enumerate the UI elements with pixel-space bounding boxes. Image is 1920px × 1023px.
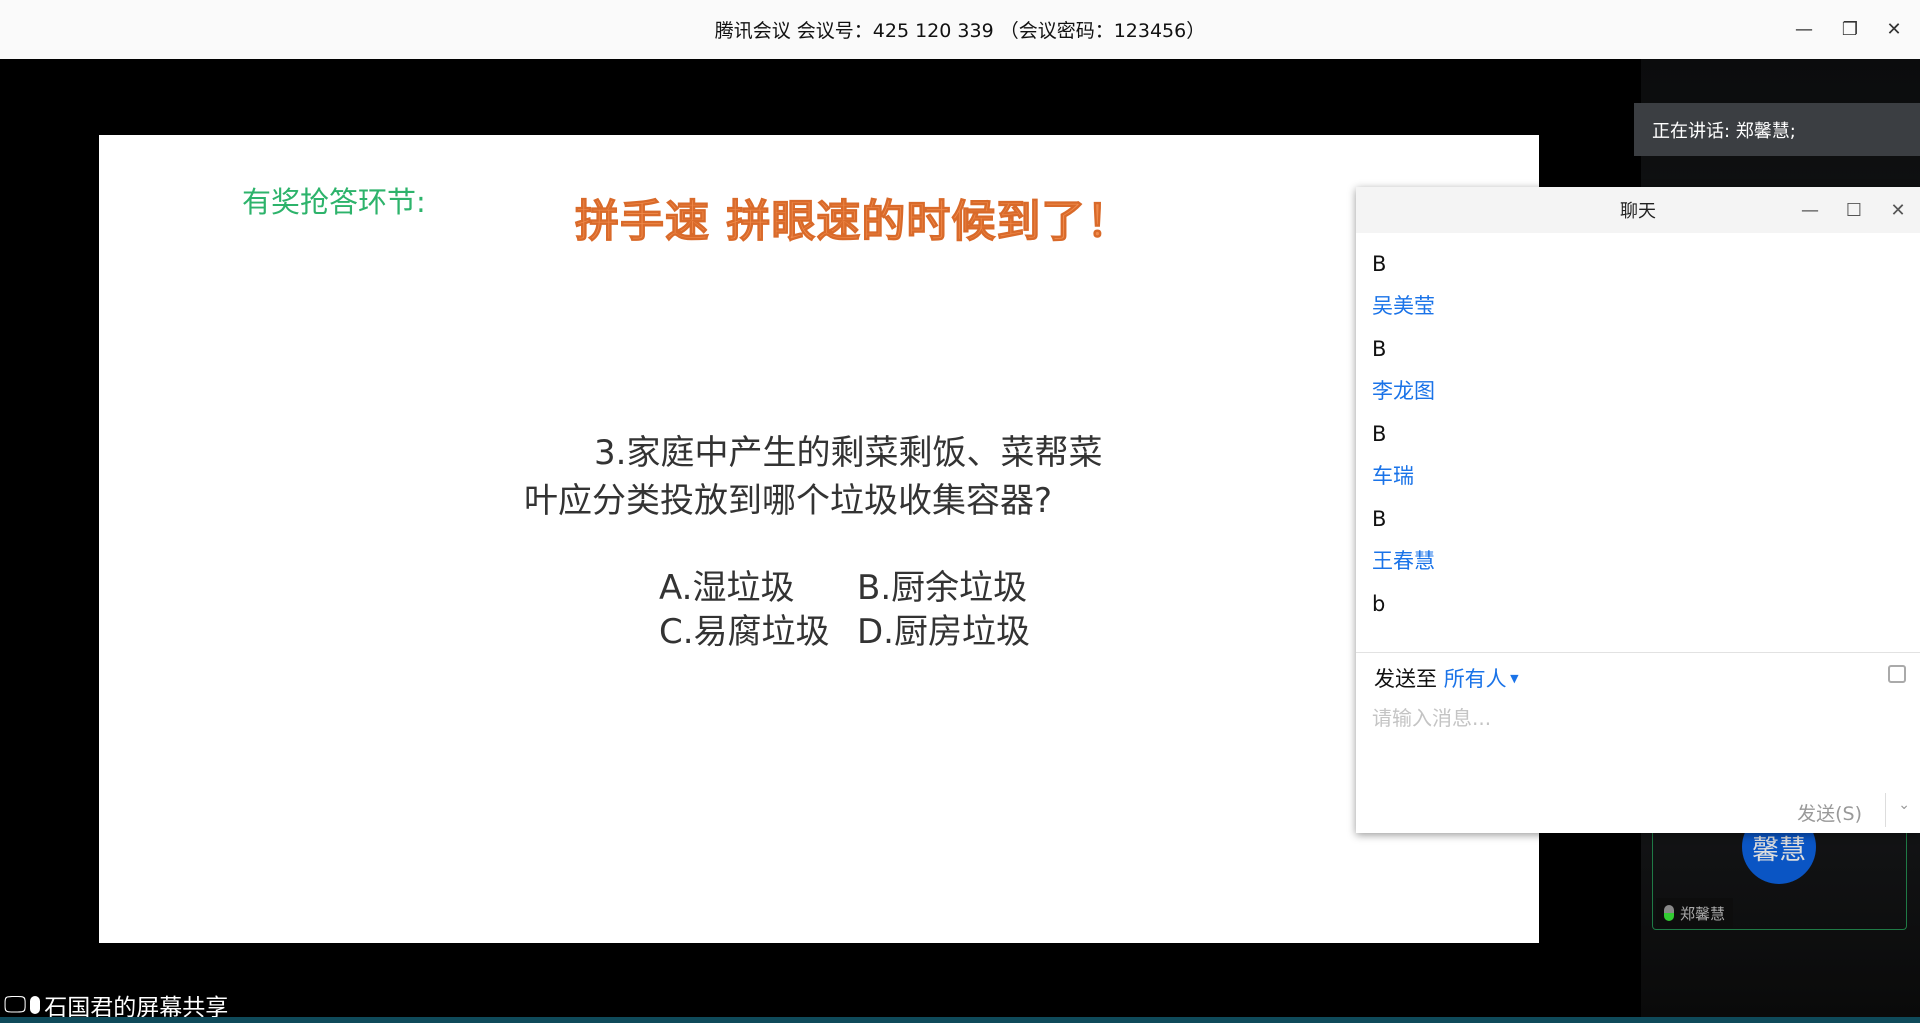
message-input[interactable]: 请输入消息... <box>1372 702 1491 731</box>
close-button[interactable]: ✕ <box>1872 0 1916 59</box>
chat-minimize-button[interactable]: — <box>1788 187 1832 233</box>
send-to-selector[interactable]: 发送至 所有人 ▼ <box>1374 663 1519 693</box>
chat-sender[interactable]: 王春慧 <box>1372 540 1904 583</box>
chat-title: 聊天 <box>1620 201 1656 222</box>
chat-message: B <box>1372 252 1387 276</box>
option-d: D.厨房垃圾 <box>857 612 1030 652</box>
file-icon[interactable] <box>1888 665 1906 683</box>
divider <box>1885 793 1886 827</box>
microphone-icon <box>30 996 41 1014</box>
chat-sender[interactable]: 吴美莹 <box>1372 285 1904 328</box>
bottom-bar <box>0 1017 1920 1023</box>
chat-maximize-button[interactable]: ☐ <box>1832 187 1876 233</box>
screen-share-icon: 🖵 <box>4 992 27 1018</box>
window-title: 腾讯会议 会议号：425 120 339 （会议密码：123456） <box>714 20 1206 42</box>
slide-header: 有奖抢答环节: <box>242 185 426 219</box>
chat-messages[interactable]: B 吴美莹 B 李龙图 B 车瑞 B 王春慧 b <box>1356 233 1920 653</box>
chat-close-button[interactable]: ✕ <box>1876 187 1920 233</box>
chat-message: B <box>1372 507 1387 531</box>
send-to-label: 发送至 <box>1374 667 1437 691</box>
send-to-value[interactable]: 所有人 <box>1444 667 1507 691</box>
title-bar: 腾讯会议 会议号：425 120 339 （会议密码：123456） — ❐ ✕ <box>0 0 1920 59</box>
participant-label: 郑馨慧 <box>1656 898 1734 928</box>
minimize-button[interactable]: — <box>1782 0 1826 59</box>
option-c: C.易腐垃圾 <box>659 612 830 652</box>
send-button[interactable]: 发送(S) <box>1797 799 1862 826</box>
question-line-1: 3.家庭中产生的剩菜剩饭、菜帮菜 <box>594 433 1103 473</box>
speaking-label: 正在讲话: 郑馨慧; <box>1652 120 1796 142</box>
microphone-icon <box>1664 905 1674 921</box>
chat-message: B <box>1372 337 1387 361</box>
chat-header: 聊天 — ☐ ✕ <box>1356 187 1920 233</box>
restore-button[interactable]: ❐ <box>1828 0 1872 59</box>
question-line-2: 叶应分类投放到哪个垃圾收集容器? <box>524 481 1053 521</box>
slide-banner: 拼手速 拼眼速的时候到了！ <box>574 196 1132 248</box>
shared-slide: 有奖抢答环节: 拼手速 拼眼速的时候到了！ 3.家庭中产生的剩菜剩饭、菜帮菜 叶… <box>99 135 1539 943</box>
option-b: B.厨余垃圾 <box>857 568 1028 608</box>
chat-sender[interactable]: 李龙图 <box>1372 370 1904 413</box>
chat-message: b <box>1372 592 1386 616</box>
chat-message: B <box>1372 422 1387 446</box>
chat-sender[interactable]: 车瑞 <box>1372 455 1904 498</box>
speaking-indicator: 正在讲话: 郑馨慧; <box>1634 103 1920 156</box>
participant-name: 郑馨慧 <box>1680 904 1726 923</box>
chat-window: 聊天 — ☐ ✕ B 吴美莹 B 李龙图 B 车瑞 B 王春慧 b 发送至 所有… <box>1356 187 1920 833</box>
option-a: A.湿垃圾 <box>659 568 795 608</box>
chevron-down-icon[interactable]: ⌄ <box>1898 797 1910 813</box>
dropdown-icon[interactable]: ▼ <box>1507 672 1518 685</box>
